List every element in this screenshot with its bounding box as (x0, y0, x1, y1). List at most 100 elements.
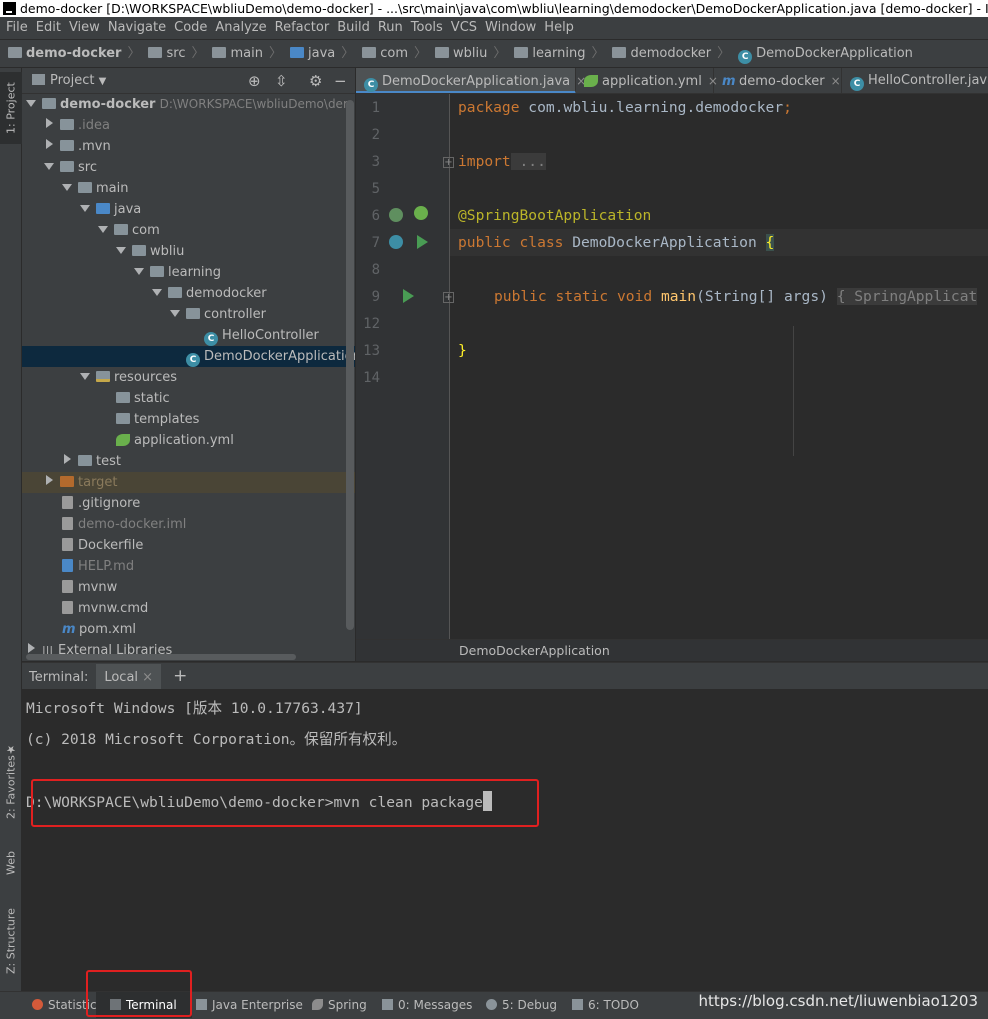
fold-expand-icon[interactable]: + (443, 157, 454, 168)
terminal-output[interactable]: Microsoft Windows [版本 10.0.17763.437] (c… (22, 689, 988, 991)
new-terminal-plus-icon[interactable]: + (173, 666, 187, 686)
tree-item-main[interactable]: main (22, 178, 355, 199)
tab-demodockerapplication[interactable]: C DemoDockerApplication.java × (356, 68, 586, 93)
terminal-tab-local[interactable]: Local × (96, 664, 162, 691)
tree-item-gitignore[interactable]: .gitignore (22, 493, 355, 514)
breadcrumb-demo-docker[interactable]: demo-docker 〉 (8, 40, 140, 67)
breadcrumb-com[interactable]: com 〉 (362, 40, 427, 67)
spring-bean-gutter-icon[interactable] (389, 208, 403, 222)
breadcrumb-main[interactable]: main 〉 (212, 40, 282, 67)
menu-window[interactable]: Window (485, 20, 536, 35)
menu-view[interactable]: View (69, 20, 100, 35)
tree-item-iml[interactable]: demo-docker.iml (22, 514, 355, 535)
chevron-down-icon[interactable]: ▼ (99, 76, 107, 87)
close-icon[interactable]: × (142, 670, 153, 685)
tree-item-test[interactable]: test (22, 451, 355, 472)
close-icon[interactable]: × (831, 74, 841, 88)
tree-item-templates[interactable]: templates (22, 409, 355, 430)
menu-edit[interactable]: Edit (36, 20, 61, 35)
tree-item-src[interactable]: src (22, 157, 355, 178)
breadcrumb-java[interactable]: java 〉 (289, 40, 354, 67)
menu-help[interactable]: Help (544, 20, 574, 35)
collapse-icon[interactable]: ⇳ (275, 68, 288, 94)
project-horizontal-scrollbar[interactable] (26, 654, 296, 660)
gear-icon[interactable]: ⚙ (309, 68, 322, 94)
hide-icon[interactable]: − (334, 68, 347, 94)
menu-build[interactable]: Build (337, 20, 370, 35)
tree-item-wbliu[interactable]: wbliu (22, 241, 355, 262)
left-tool-strip: 1: Project 2: Favorites ★ Web Z: Structu… (0, 68, 22, 993)
web-tool-tab[interactable]: Web (0, 838, 22, 888)
breadcrumb-wbliu[interactable]: wbliu 〉 (435, 40, 506, 67)
spring-boot-gutter-icon[interactable] (414, 206, 428, 220)
terminal-line: Microsoft Windows [版本 10.0.17763.437] (26, 700, 363, 717)
tab-hellocontroller[interactable]: C HelloController.java (842, 68, 988, 93)
window-title: demo-docker [D:\WORKSPACE\wbliuDemo\demo… (20, 1, 988, 16)
messages-tool-button[interactable]: 0: Messages (382, 992, 472, 1018)
java-enterprise-tool-button[interactable]: Java Enterprise (196, 992, 303, 1018)
tree-item-mvnw-cmd[interactable]: mvnw.cmd (22, 598, 355, 619)
todo-list-icon (572, 999, 583, 1010)
breadcrumb-learning[interactable]: learning 〉 (514, 40, 604, 67)
project-vertical-scrollbar[interactable] (346, 100, 354, 630)
tree-item-demodocker[interactable]: demodocker (22, 283, 355, 304)
tree-item-static[interactable]: static (22, 388, 355, 409)
structure-tool-tab[interactable]: Z: Structure (0, 896, 22, 986)
breadcrumb-src[interactable]: src 〉 (148, 40, 204, 67)
breadcrumb-demodocker[interactable]: demodocker 〉 (612, 40, 730, 67)
menu-run[interactable]: Run (378, 20, 403, 35)
code-editor[interactable]: 1 2 3 5 6 7 8 9 12 13 14 + + package com… (356, 94, 988, 639)
tree-item-demodockerapplication[interactable]: C DemoDockerApplication (22, 346, 355, 367)
menu-navigate[interactable]: Navigate (108, 20, 166, 35)
tab-application-yml[interactable]: application.yml × (576, 68, 718, 93)
project-tool-tab[interactable]: 1: Project (0, 72, 22, 144)
package-icon (186, 308, 200, 319)
fold-expand-icon[interactable]: + (443, 292, 454, 303)
tree-root[interactable]: demo-docker D:\WORKSPACE\wbliuDemo\demo-… (22, 94, 355, 115)
project-icon (32, 74, 45, 85)
line-number: 13 (363, 343, 380, 359)
expand-arrow-icon (98, 226, 108, 233)
tree-item-dockerfile[interactable]: Dockerfile (22, 535, 355, 556)
menu-tools[interactable]: Tools (411, 20, 443, 35)
tree-item-hellocontroller[interactable]: C HelloController (22, 325, 355, 346)
run-config-gutter-icon[interactable] (389, 235, 403, 249)
tree-item-help-md[interactable]: HELP.md (22, 556, 355, 577)
tree-item-mvn[interactable]: .mvn (22, 136, 355, 157)
favorites-tool-tab[interactable]: 2: Favorites ★ (0, 736, 22, 826)
tree-item-learning[interactable]: learning (22, 262, 355, 283)
spring-tool-button[interactable]: Spring (312, 992, 367, 1018)
tree-item-pom[interactable]: m pom.xml (22, 619, 355, 640)
todo-tool-button[interactable]: 6: TODO (572, 992, 639, 1018)
editor-breadcrumb[interactable]: DemoDockerApplication (356, 639, 988, 661)
collapsed-arrow-icon (46, 118, 53, 128)
tree-item-com[interactable]: com (22, 220, 355, 241)
run-icon[interactable] (403, 289, 414, 303)
menu-refactor[interactable]: Refactor (275, 20, 330, 35)
locate-icon[interactable]: ⊕ (248, 68, 261, 94)
breadcrumb-class[interactable]: C DemoDockerApplication (738, 40, 913, 67)
tree-item-java[interactable]: java (22, 199, 355, 220)
tree-item-controller[interactable]: controller (22, 304, 355, 325)
menu-code[interactable]: Code (174, 20, 207, 35)
run-icon[interactable] (417, 235, 428, 249)
navigation-bar: demo-docker 〉 src 〉 main 〉 java 〉 com 〉 wbliu 〉 lear… (0, 39, 988, 68)
menu-vcs[interactable]: VCS (451, 20, 477, 35)
text-file-icon (62, 580, 73, 593)
module-file-icon (62, 517, 73, 530)
expand-arrow-icon (170, 310, 180, 317)
line-number: 9 (371, 289, 380, 305)
project-view-selector[interactable]: Project (50, 73, 94, 88)
class-icon: C (738, 50, 753, 64)
line-number: 7 (371, 235, 380, 251)
menu-file[interactable]: File (6, 20, 28, 35)
debug-tool-button[interactable]: 5: Debug (486, 992, 557, 1018)
tree-item-idea[interactable]: .idea (22, 115, 355, 136)
tab-pom[interactable]: m demo-docker × (714, 68, 842, 93)
tree-item-target[interactable]: target (22, 472, 355, 493)
class-icon: C (204, 332, 218, 346)
tree-item-mvnw[interactable]: mvnw (22, 577, 355, 598)
tree-item-resources[interactable]: resources (22, 367, 355, 388)
menu-analyze[interactable]: Analyze (215, 20, 266, 35)
tree-item-application-yml[interactable]: application.yml (22, 430, 355, 451)
